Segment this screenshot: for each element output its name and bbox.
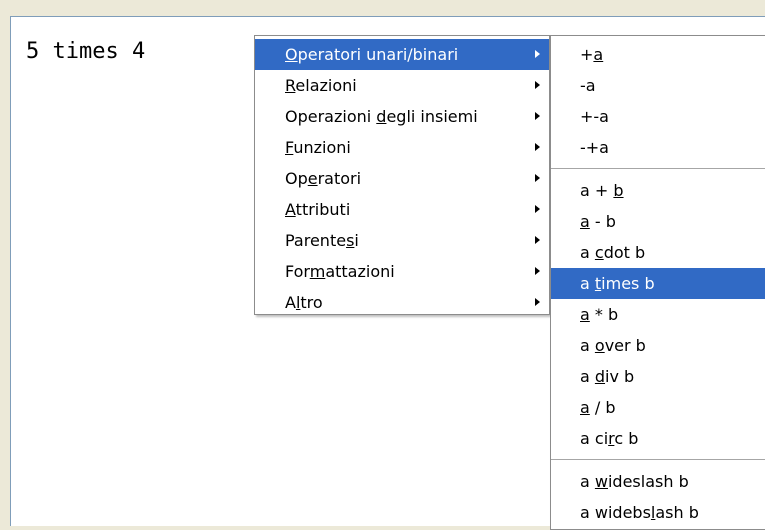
menu-item-label: / b [589,398,616,417]
menu-item-label: -a [580,76,596,95]
menu-item-accesskey: a [580,212,590,231]
menu-item-operators[interactable]: Operatori [255,163,549,194]
menu-item-label: a [580,472,595,491]
menu-item-other[interactable]: Altro [255,287,549,318]
menu-item-set-operations[interactable]: Operazioni degli insiemi [255,101,549,132]
context-menu: Operatori unari/binari Relazioni Operazi… [254,35,550,315]
submenu-item-plus-minus-a[interactable]: +-a [551,101,765,132]
submenu-item-a-div-b[interactable]: a div b [551,361,765,392]
submenu-arrow-icon [535,267,540,275]
menu-item-label: +-a [580,107,609,126]
submenu-arrow-icon [535,143,540,151]
submenu-item-a-plus-b[interactable]: a + b [551,175,765,206]
menu-item-label: imes b [601,274,655,293]
menu-item-attributes[interactable]: Attributi [255,194,549,225]
menu-item-accesskey: c [594,243,604,262]
menu-item-label: For [285,262,310,281]
menu-item-label: Operazioni [285,107,377,126]
menu-item-label: ttributi [295,200,351,219]
menu-item-functions[interactable]: Funzioni [255,132,549,163]
menu-item-label: -+a [580,138,609,157]
menu-separator [551,168,765,169]
menu-separator [551,459,765,460]
menu-item-accesskey: a [580,398,590,417]
menu-item-accesskey: a [580,305,590,324]
menu-item-accesskey: A [285,200,296,219]
submenu-item-a-over-b[interactable]: a over b [551,330,765,361]
submenu-item-plus-a[interactable]: +a [551,39,765,70]
submenu-item-a-star-b[interactable]: a * b [551,299,765,330]
submenu-arrow-icon [535,174,540,182]
submenu-item-minus-plus-a[interactable]: -+a [551,132,765,163]
menu-item-label: egli insiemi [386,107,478,126]
menu-item-label: - b [589,212,616,231]
menu-item-label: a [580,243,595,262]
menu-item-label: ver b [604,336,646,355]
submenu-arrow-icon [535,112,540,120]
menu-item-label: ratori [317,169,362,188]
submenu-arrow-icon [535,298,540,306]
submenu-unary-binary-operators: +a -a +-a -+a a + b a - b a cdot b a tim… [550,35,765,530]
submenu-item-a-cdot-b[interactable]: a cdot b [551,237,765,268]
menu-item-label: attazioni [325,262,395,281]
submenu-arrow-icon [535,81,540,89]
submenu-item-a-wideslash-b[interactable]: a wideslash b [551,466,765,497]
menu-item-label: * b [589,305,619,324]
menu-item-label: a [580,367,595,386]
menu-item-accesskey: a [593,45,604,64]
menu-item-brackets[interactable]: Parentesi [255,225,549,256]
menu-item-label: dot b [603,243,646,262]
submenu-item-minus-a[interactable]: -a [551,70,765,101]
menu-item-accesskey: d [594,367,606,386]
menu-item-accesskey: O [285,45,298,64]
menu-item-label: a [580,336,595,355]
submenu-item-a-widebslash-b[interactable]: a widebslash b [551,497,765,528]
menu-item-label: A [285,293,296,312]
menu-item-label: a widebs [580,503,651,522]
menu-item-unary-binary-operators[interactable]: Operatori unari/binari [255,39,549,70]
submenu-item-a-times-b[interactable]: a times b [551,268,765,299]
menu-item-accesskey: e [307,169,318,188]
submenu-item-a-minus-b[interactable]: a - b [551,206,765,237]
menu-item-label: a ci [580,429,609,448]
menu-item-accesskey: o [594,336,605,355]
menu-item-label: elazioni [295,76,357,95]
menu-item-formats[interactable]: Formattazioni [255,256,549,287]
menu-item-label: + [580,45,594,64]
menu-item-label: Parente [285,231,347,250]
menu-item-label: a [580,274,595,293]
submenu-arrow-icon [535,205,540,213]
submenu-arrow-icon [535,50,540,58]
menu-item-accesskey: R [285,76,296,95]
menu-item-label: peratori unari/binari [297,45,459,64]
formula-text[interactable]: 5 times 4 [26,39,145,65]
menu-item-relations[interactable]: Relazioni [255,70,549,101]
submenu-item-a-circ-b[interactable]: a circ b [551,423,765,454]
menu-item-label: Op [285,169,308,188]
menu-item-label: ash b [655,503,699,522]
menu-item-accesskey: m [309,262,326,281]
menu-item-accesskey: b [613,181,624,200]
menu-item-label: i [354,231,359,250]
menu-item-label: ideslash b [607,472,689,491]
menu-item-label: a + [580,181,614,200]
menu-item-label: unzioni [293,138,351,157]
menu-item-label: tro [300,293,323,312]
submenu-item-a-slash-b[interactable]: a / b [551,392,765,423]
menu-item-label: c b [614,429,639,448]
menu-item-accesskey: d [376,107,387,126]
menu-item-accesskey: w [594,472,608,491]
submenu-arrow-icon [535,236,540,244]
menu-item-label: iv b [605,367,635,386]
